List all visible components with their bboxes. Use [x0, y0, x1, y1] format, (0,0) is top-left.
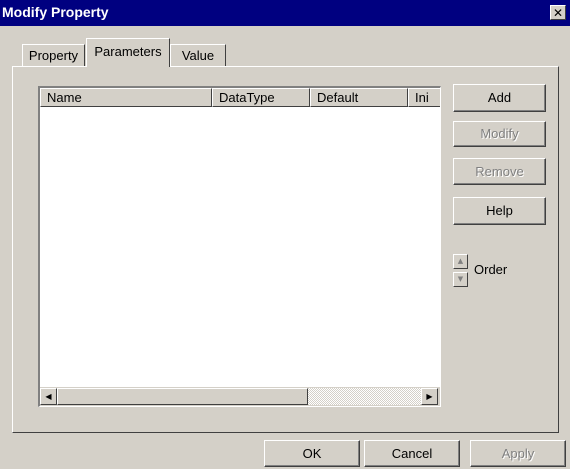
arrow-right-icon: ▶ — [426, 392, 433, 401]
column-header-ini[interactable]: Ini — [408, 88, 440, 107]
scroll-track[interactable] — [308, 388, 421, 405]
close-button[interactable]: ✕ — [550, 5, 566, 20]
column-header-default[interactable]: Default — [310, 88, 408, 107]
scroll-thumb[interactable] — [57, 388, 308, 405]
cancel-button[interactable]: Cancel — [364, 440, 460, 467]
help-button[interactable]: Help — [453, 197, 546, 225]
order-label: Order — [474, 262, 508, 277]
title-bar[interactable]: Modify Property ✕ — [0, 0, 570, 26]
close-icon: ✕ — [552, 6, 564, 20]
remove-button[interactable]: Remove — [453, 158, 546, 185]
add-button[interactable]: Add — [453, 84, 546, 112]
active-tab-joiner — [87, 66, 169, 68]
scroll-left-button[interactable]: ◀ — [40, 388, 57, 405]
horizontal-scrollbar[interactable]: ◀ ▶ — [40, 387, 440, 406]
tab-property[interactable]: Property — [22, 44, 85, 66]
column-header-name[interactable]: Name — [40, 88, 212, 107]
order-up-button[interactable]: ▲ — [453, 254, 468, 269]
arrow-up-icon: ▲ — [457, 257, 464, 265]
list-header: Name DataType Default Ini — [40, 88, 440, 107]
scroll-right-button[interactable]: ▶ — [421, 388, 438, 405]
arrow-left-icon: ◀ — [45, 392, 52, 401]
tab-value-label: Value — [181, 48, 215, 63]
column-header-datatype[interactable]: DataType — [212, 88, 310, 107]
tab-value[interactable]: Value — [170, 44, 226, 66]
window-title: Modify Property — [2, 4, 109, 20]
modify-property-dialog: Modify Property ✕ Property Parameters Va… — [0, 0, 570, 469]
tab-property-label: Property — [28, 48, 79, 63]
order-down-button[interactable]: ▼ — [453, 272, 468, 287]
arrow-down-icon: ▼ — [457, 275, 464, 283]
apply-button[interactable]: Apply — [470, 440, 566, 467]
tab-parameters-label: Parameters — [94, 44, 162, 59]
tab-parameters[interactable]: Parameters — [86, 38, 170, 67]
ok-button[interactable]: OK — [264, 440, 360, 467]
parameters-list[interactable]: Name DataType Default Ini ◀ ▶ — [38, 86, 441, 407]
modify-button[interactable]: Modify — [453, 121, 546, 147]
